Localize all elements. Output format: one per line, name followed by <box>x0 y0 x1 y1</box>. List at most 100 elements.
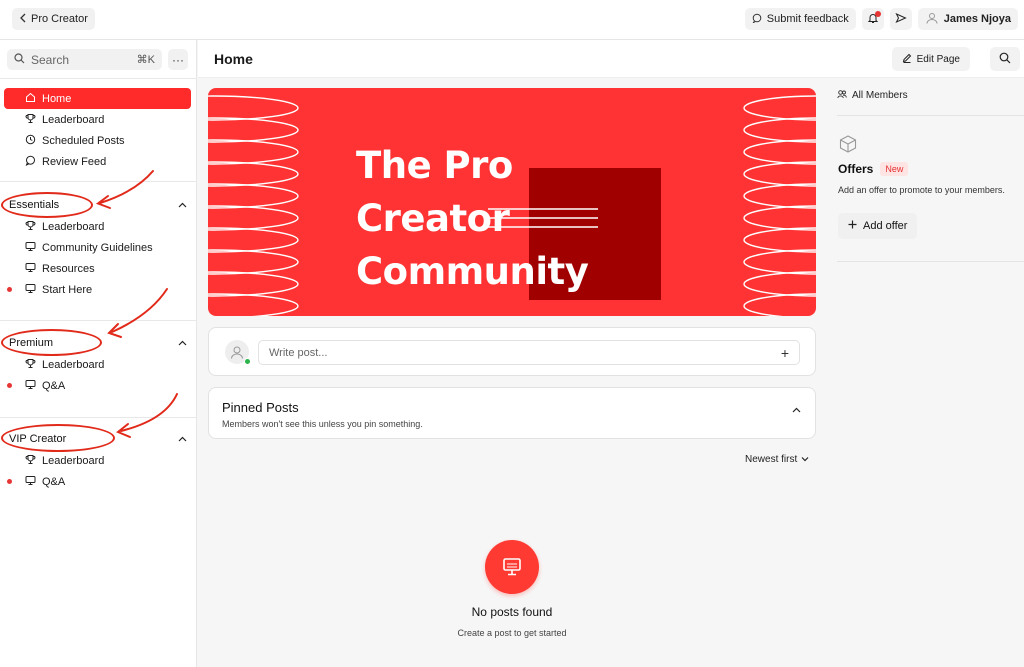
pencil-icon <box>902 53 912 66</box>
sort-dropdown[interactable]: Newest first <box>745 454 809 465</box>
write-post-placeholder: Write post... <box>269 346 328 359</box>
banner-line: Community <box>356 250 589 293</box>
messages-button[interactable] <box>889 8 912 30</box>
banner-line: The Pro <box>356 144 513 187</box>
pinned-posts-description: Members won't see this unless you pin so… <box>222 419 423 429</box>
sidebar-item-label: Leaderboard <box>42 220 105 233</box>
monitor-icon <box>25 283 36 297</box>
user-name: James Njoya <box>943 13 1011 25</box>
monitor-icon <box>25 241 36 255</box>
chevron-down-icon <box>801 454 809 465</box>
user-avatar-icon <box>925 11 939 28</box>
search-shortcut: ⌘K <box>136 54 155 66</box>
annotation-ellipse <box>1 192 93 218</box>
divider <box>837 261 1024 262</box>
edit-page-label: Edit Page <box>916 53 960 65</box>
notification-dot <box>874 11 881 17</box>
divider <box>0 417 197 418</box>
trophy-icon <box>25 454 36 468</box>
chevron-left-icon <box>19 13 27 26</box>
submit-feedback-label: Submit feedback <box>766 13 849 25</box>
members-icon <box>837 89 847 102</box>
sidebar-item-label: Leaderboard <box>42 113 105 126</box>
user-menu-button[interactable]: James Njoya <box>917 8 1018 30</box>
unread-dot <box>7 383 12 388</box>
sidebar-item-resources[interactable]: Resources <box>4 258 191 279</box>
sidebar-item-review-feed[interactable]: Review Feed <box>4 151 191 172</box>
sidebar-search-input[interactable]: Search ⌘K <box>7 49 162 70</box>
empty-state-subtitle: Create a post to get started <box>457 628 567 638</box>
more-icon: ··· <box>172 52 184 67</box>
sidebar-item-label: Community Guidelines <box>42 241 153 254</box>
empty-state-icon <box>485 540 539 594</box>
divider <box>0 320 197 321</box>
sidebar-item-label: Review Feed <box>42 155 107 168</box>
banner-stripes <box>488 208 598 228</box>
plus-icon[interactable]: + <box>781 345 789 361</box>
sidebar-item-scheduled-posts[interactable]: Scheduled Posts <box>4 130 191 151</box>
sidebar-item-qa[interactable]: Q&A <box>4 375 191 396</box>
pinned-posts-panel[interactable]: Pinned Posts Members won't see this unle… <box>208 387 816 439</box>
search-icon <box>14 52 25 67</box>
main-header: Home Edit Page <box>198 40 1024 78</box>
monitor-icon <box>25 379 36 393</box>
top-bar: Pro Creator Submit feedback James Njoya <box>0 0 1024 40</box>
sidebar-item-label: Q&A <box>42 475 66 488</box>
add-offer-button[interactable]: Add offer <box>838 213 918 239</box>
pinned-posts-title: Pinned Posts <box>222 400 299 415</box>
all-members-link[interactable]: All Members <box>837 89 908 102</box>
unread-dot <box>7 479 12 484</box>
monitor-icon <box>25 475 36 489</box>
back-button[interactable]: Pro Creator <box>12 8 95 30</box>
divider <box>0 78 197 79</box>
notifications-button[interactable] <box>861 8 884 30</box>
sidebar-item-community-guidelines[interactable]: Community Guidelines <box>4 237 191 258</box>
chat-bubble-icon <box>752 13 762 26</box>
sidebar-item-leaderboard[interactable]: Leaderboard <box>4 354 191 375</box>
sidebar-item-label: Scheduled Posts <box>42 134 125 147</box>
chevron-up-icon <box>178 337 187 349</box>
box-icon <box>838 134 858 157</box>
page-search-button[interactable] <box>990 47 1020 71</box>
empty-state-title: No posts found <box>471 605 553 619</box>
more-options-button[interactable]: ··· <box>168 49 188 70</box>
chat-icon <box>25 155 36 169</box>
chevron-up-icon[interactable] <box>792 402 801 416</box>
sidebar-item-label: Q&A <box>42 379 66 392</box>
page-title: Home <box>214 51 253 67</box>
annotation-ellipse <box>1 424 115 452</box>
sidebar-item-start-here[interactable]: Start Here <box>4 279 191 300</box>
sidebar-item-leaderboard[interactable]: Leaderboard <box>4 450 191 471</box>
edit-page-button[interactable]: Edit Page <box>891 47 970 71</box>
sort-label: Newest first <box>745 454 798 465</box>
write-post-input[interactable]: Write post... + <box>258 340 800 365</box>
back-button-label: Pro Creator <box>31 13 88 25</box>
sidebar-item-label: Leaderboard <box>42 454 105 467</box>
search-icon <box>999 52 1011 67</box>
sidebar-item-leaderboard[interactable]: Leaderboard <box>4 109 191 130</box>
online-status-dot <box>244 358 251 365</box>
post-composer: Write post... + <box>208 327 816 376</box>
sidebar-item-label: Start Here <box>42 283 93 296</box>
sidebar-item-leaderboard[interactable]: Leaderboard <box>4 216 191 237</box>
unread-dot <box>7 287 12 292</box>
user-avatar-icon <box>231 346 243 359</box>
monitor-icon <box>25 262 36 276</box>
trophy-icon <box>25 113 36 127</box>
submit-feedback-button[interactable]: Submit feedback <box>744 8 856 30</box>
divider <box>0 181 197 182</box>
home-icon <box>25 92 36 106</box>
annotation-ellipse <box>1 329 102 356</box>
offers-description: Add an offer to promote to your members. <box>838 185 1005 195</box>
monitor-icon <box>503 558 521 576</box>
community-banner: The Pro Creator Community <box>208 88 816 316</box>
search-placeholder: Search <box>31 52 70 67</box>
chevron-up-icon <box>178 433 187 445</box>
new-badge: New <box>880 162 909 176</box>
sidebar-item-qa[interactable]: Q&A <box>4 471 191 492</box>
trophy-icon <box>25 358 36 372</box>
sidebar-item-label: Resources <box>42 262 95 275</box>
add-offer-label: Add offer <box>863 220 908 232</box>
divider <box>837 115 1024 116</box>
sidebar-item-home[interactable]: Home <box>4 88 191 109</box>
